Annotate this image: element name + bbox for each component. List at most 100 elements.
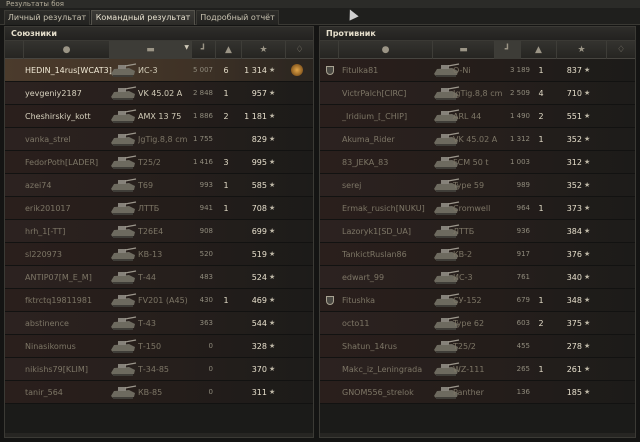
damage-value: 1 312	[509, 135, 530, 143]
tab-bar: Личный результат Командный результат Под…	[0, 8, 640, 25]
allies-player-row[interactable]: HEDIN_14rus[WCAT3] ИС-3 5 007 6 1 314 ★	[5, 59, 313, 82]
xp-value: 370	[251, 365, 267, 374]
allies-player-row[interactable]: erik201017 ЛТТБ 941 1 708 ★	[5, 197, 313, 220]
star-icon: ★	[584, 319, 591, 327]
enemies-player-row[interactable]: 83_JEKA_83 FCM 50 t1 003 312 ★	[320, 151, 635, 174]
kills-value: 3	[223, 158, 229, 167]
enemies-player-row[interactable]: _Iridium_[_CHIP] ARL 44 1 490 2 551 ★	[320, 105, 635, 128]
damage-value: 483	[199, 273, 213, 281]
player-name: octo11	[342, 319, 370, 328]
damage-value: 989	[516, 181, 530, 189]
allies-player-row[interactable]: ANTIP07[M_E_M] Т-44 483 524 ★	[5, 266, 313, 289]
damage-value: 993	[199, 181, 213, 189]
enemies-player-row[interactable]: GNOM556_strelok Panther 136 185 ★	[320, 381, 635, 404]
star-icon: ★	[584, 204, 591, 212]
enemies-player-row[interactable]: Fitulka81 O-Ni 3 189 1 837 ★	[320, 59, 635, 82]
xp-value: 261	[566, 365, 582, 374]
star-icon: ★	[584, 112, 591, 120]
allies-player-row[interactable]: FedorPoth[LADER] T25/2 1 416 3 995 ★	[5, 151, 313, 174]
enemies-player-row[interactable]: Ermak_rusich[NUKU] Cromwell 964 1 373 ★	[320, 197, 635, 220]
star-icon: ★	[584, 296, 591, 304]
allies-player-row[interactable]: Cheshirskiy_kott AMX 13 75 1 886 2 1 181 ★	[5, 105, 313, 128]
star-icon: ★	[584, 135, 591, 143]
allies-player-row[interactable]: yevgeniy2187 VK 45.02 A2 848 1 957 ★	[5, 82, 313, 105]
kills-icon: ▲	[225, 45, 232, 55]
allies-xp-col-header[interactable]: ★	[241, 41, 285, 59]
xp-value: 340	[566, 273, 582, 282]
enemies-player-col-header[interactable]: ●	[338, 41, 432, 59]
tank-icon	[109, 338, 137, 355]
enemies-medal-col-header[interactable]: ♢	[606, 41, 635, 59]
kills-value: 2	[223, 112, 229, 121]
allies-player-row[interactable]: hrh_1[-TT] T26E4 908 699 ★	[5, 220, 313, 243]
allies-list: HEDIN_14rus[WCAT3] ИС-3 5 007 6 1 314 ★ yevgen…	[5, 59, 313, 404]
xp-value: 384	[566, 227, 582, 236]
enemies-player-row[interactable]: serej Type 59 989 352 ★	[320, 174, 635, 197]
enemies-player-row[interactable]: Makc_iz_Leningrada WZ-111 265 1 261 ★	[320, 358, 635, 381]
enemies-player-row[interactable]: VictrPalch[CIRC] JgTig.8,8 cm 2 509 4 710 ★	[320, 82, 635, 105]
star-icon: ★	[269, 342, 276, 350]
player-name: 83_JEKA_83	[342, 158, 389, 167]
allies-player-row[interactable]: sl220973 КВ-13 520 519 ★	[5, 243, 313, 266]
allies-damage-col-header[interactable]: ┛	[191, 41, 215, 59]
xp-value: 710	[566, 89, 582, 98]
allies-player-row[interactable]: tanir_564 КВ-85 0 311 ★	[5, 381, 313, 404]
person-icon: ●	[62, 45, 71, 55]
enemies-kills-col-header[interactable]: ▲	[520, 41, 556, 59]
kills-value: 2	[538, 319, 544, 328]
player-name: TankictRuslan86	[342, 250, 407, 259]
allies-player-col-header[interactable]: ●	[23, 41, 109, 59]
enemies-tank-col-header[interactable]: ▬	[432, 41, 494, 59]
allies-player-row[interactable]: nikishs79[KLIM] Т-34-85 0 370 ★	[5, 358, 313, 381]
enemies-player-row[interactable]: Shatun_14rus T25/2 455 278 ★	[320, 335, 635, 358]
xp-value: 278	[566, 342, 582, 351]
allies-title: Союзники	[5, 27, 313, 41]
allies-tank-col-header[interactable]: ▬ ▼	[109, 41, 191, 59]
player-name: VictrPalch[CIRC]	[342, 89, 407, 98]
damage-value: 0	[208, 388, 213, 396]
star-icon: ★	[584, 158, 591, 166]
damage-value: 917	[516, 250, 530, 258]
medal-icon: ♢	[616, 45, 626, 55]
enemies-player-row[interactable]: edwart_99 ИС-3 761 340 ★	[320, 266, 635, 289]
allies-player-row[interactable]: abstinence Т-43 363 544 ★	[5, 312, 313, 335]
tab-personal-result[interactable]: Личный результат	[4, 10, 90, 25]
damage-value: 936	[516, 227, 530, 235]
allies-medal-col-header[interactable]: ♢	[285, 41, 313, 59]
allies-platoon-col[interactable]	[5, 41, 23, 59]
tank-icon	[109, 108, 137, 125]
tank-icon	[109, 223, 137, 240]
allies-panel: Союзники ● ▬ ▼ ┛ ▲ ★ ♢ HEDIN_14rus[WCAT3]…	[4, 26, 314, 438]
damage-value: 5 007	[192, 66, 213, 74]
star-icon: ★	[269, 112, 276, 120]
allies-kills-col-header[interactable]: ▲	[215, 41, 241, 59]
player-name: Fitulka81	[342, 66, 379, 75]
kills-value: 1	[223, 204, 229, 213]
allies-player-row[interactable]: azei74 T69 993 1 585 ★	[5, 174, 313, 197]
enemies-platoon-col[interactable]	[320, 41, 338, 59]
player-name: edwart_99	[342, 273, 385, 282]
allies-player-row[interactable]: Ninasikomus Т-150 0 328 ★	[5, 335, 313, 358]
tab-team-result[interactable]: Командный результат	[91, 10, 195, 25]
enemies-player-row[interactable]: Fitushka СУ-152 679 1 348 ★	[320, 289, 635, 312]
star-icon: ★	[269, 135, 276, 143]
enemies-player-row[interactable]: TankictRuslan86 КВ-2 917 376 ★	[320, 243, 635, 266]
enemies-player-row[interactable]: Lazoryk1[SD_UA] ЛТТБ 936 384 ★	[320, 220, 635, 243]
platoon-icon	[326, 66, 334, 75]
platoon-icon	[326, 296, 334, 305]
enemies-damage-col-header[interactable]: ┛	[494, 41, 520, 59]
star-icon: ★	[269, 273, 276, 281]
tab-detailed-report[interactable]: Подробный отчёт	[196, 10, 279, 25]
star-icon: ★	[584, 365, 591, 373]
allies-player-row[interactable]: fktrctq19811981 FV201 (A45) 430 1 469 ★	[5, 289, 313, 312]
enemies-panel: Противник ● ▬ ┛ ▲ ★ ♢ Fitulka81 O-Ni 3 189…	[319, 26, 636, 438]
xp-value: 185	[566, 388, 582, 397]
player-name: Makc_iz_Leningrada	[342, 365, 423, 374]
tank-icon	[109, 384, 137, 401]
enemies-xp-col-header[interactable]: ★	[556, 41, 606, 59]
kills-icon: ▲	[535, 45, 542, 55]
enemies-player-row[interactable]: octo11 Type 62 603 2 375 ★	[320, 312, 635, 335]
allies-player-row[interactable]: vanka_strel JgTig.8,8 cm 1 755 829 ★	[5, 128, 313, 151]
enemies-player-row[interactable]: Akuma_Rider VK 45.02 A1 312 1 352 ★	[320, 128, 635, 151]
damage-value: 1 416	[192, 158, 213, 166]
